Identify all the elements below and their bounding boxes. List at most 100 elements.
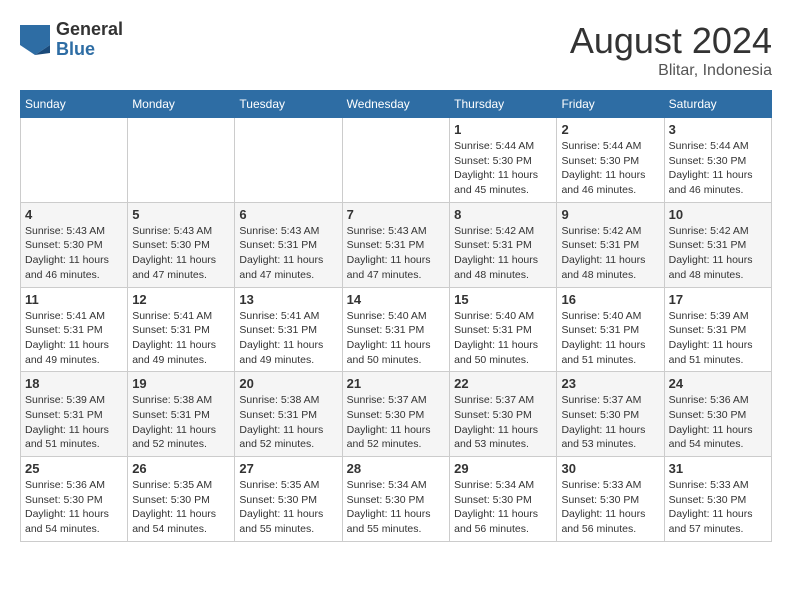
day-info: Sunrise: 5:42 AM Sunset: 5:31 PM Dayligh… <box>561 224 659 283</box>
calendar-cell: 6Sunrise: 5:43 AM Sunset: 5:31 PM Daylig… <box>235 202 342 287</box>
calendar-cell: 1Sunrise: 5:44 AM Sunset: 5:30 PM Daylig… <box>450 118 557 203</box>
calendar-cell: 17Sunrise: 5:39 AM Sunset: 5:31 PM Dayli… <box>664 287 771 372</box>
day-info: Sunrise: 5:44 AM Sunset: 5:30 PM Dayligh… <box>561 139 659 198</box>
calendar-cell <box>235 118 342 203</box>
calendar-location: Blitar, Indonesia <box>570 62 772 80</box>
calendar-cell: 11 Sunrise: 5:41 AM Sunset: 5:31 PM Dayli… <box>21 287 128 372</box>
page-header: General Blue August 2024 Blitar, Indones… <box>20 20 772 80</box>
day-info: Sunrise: 5:44 AM Sunset: 5:30 PM Dayligh… <box>669 139 767 198</box>
day-info: Sunrise: 5:35 AM Sunset: 5:30 PM Dayligh… <box>239 478 337 537</box>
calendar-cell: 3Sunrise: 5:44 AM Sunset: 5:30 PM Daylig… <box>664 118 771 203</box>
calendar-cell: 15 Sunrise: 5:40 AM Sunset: 5:31 PM Dayli… <box>450 287 557 372</box>
day-number: 7 <box>347 207 446 222</box>
calendar-cell: 25 Sunrise: 5:36 AM Sunset: 5:30 PM Dayli… <box>21 457 128 542</box>
day-number: 1 <box>454 122 552 137</box>
logo: General Blue <box>20 20 123 60</box>
calendar-cell: 20 Sunrise: 5:38 AM Sunset: 5:31 PM Dayli… <box>235 372 342 457</box>
calendar-title: August 2024 <box>570 20 772 62</box>
calendar-cell: 9 Sunrise: 5:42 AM Sunset: 5:31 PM Daylig… <box>557 202 664 287</box>
calendar-cell: 22 Sunrise: 5:37 AM Sunset: 5:30 PM Dayli… <box>450 372 557 457</box>
day-info: Sunrise: 5:40 AM Sunset: 5:31 PM Dayligh… <box>561 309 659 368</box>
calendar-cell <box>342 118 450 203</box>
day-number: 16 <box>561 292 659 307</box>
day-info: Sunrise: 5:43 AM Sunset: 5:31 PM Dayligh… <box>347 224 446 283</box>
calendar-cell: 13Sunrise: 5:41 AM Sunset: 5:31 PM Dayli… <box>235 287 342 372</box>
day-number: 2 <box>561 122 659 137</box>
calendar-table: SundayMondayTuesdayWednesdayThursdayFrid… <box>20 90 772 542</box>
calendar-week-4: 18 Sunrise: 5:39 AM Sunset: 5:31 PM Dayli… <box>21 372 772 457</box>
day-number: 10 <box>669 207 767 222</box>
day-number: 30 <box>561 461 659 476</box>
day-number: 15 <box>454 292 552 307</box>
calendar-cell: 10Sunrise: 5:42 AM Sunset: 5:31 PM Dayli… <box>664 202 771 287</box>
day-info: Sunrise: 5:37 AM Sunset: 5:30 PM Dayligh… <box>561 393 659 452</box>
day-number: 31 <box>669 461 767 476</box>
day-number: 27 <box>239 461 337 476</box>
weekday-header-monday: Monday <box>128 91 235 118</box>
logo-icon <box>20 25 50 55</box>
calendar-cell: 29 Sunrise: 5:34 AM Sunset: 5:30 PM Dayli… <box>450 457 557 542</box>
day-number: 4 <box>25 207 123 222</box>
day-number: 19 <box>132 376 230 391</box>
calendar-cell: 2 Sunrise: 5:44 AM Sunset: 5:30 PM Daylig… <box>557 118 664 203</box>
calendar-cell: 23 Sunrise: 5:37 AM Sunset: 5:30 PM Dayli… <box>557 372 664 457</box>
weekday-header-saturday: Saturday <box>664 91 771 118</box>
day-info: Sunrise: 5:37 AM Sunset: 5:30 PM Dayligh… <box>454 393 552 452</box>
day-info: Sunrise: 5:38 AM Sunset: 5:31 PM Dayligh… <box>132 393 230 452</box>
calendar-cell: 18 Sunrise: 5:39 AM Sunset: 5:31 PM Dayli… <box>21 372 128 457</box>
day-number: 20 <box>239 376 337 391</box>
day-number: 6 <box>239 207 337 222</box>
day-info: Sunrise: 5:37 AM Sunset: 5:30 PM Dayligh… <box>347 393 446 452</box>
day-number: 11 <box>25 292 123 307</box>
day-info: Sunrise: 5:41 AM Sunset: 5:31 PM Dayligh… <box>25 309 123 368</box>
calendar-cell: 5 Sunrise: 5:43 AM Sunset: 5:30 PM Daylig… <box>128 202 235 287</box>
calendar-week-3: 11 Sunrise: 5:41 AM Sunset: 5:31 PM Dayli… <box>21 287 772 372</box>
title-block: August 2024 Blitar, Indonesia <box>570 20 772 80</box>
calendar-cell: 21 Sunrise: 5:37 AM Sunset: 5:30 PM Dayli… <box>342 372 450 457</box>
day-number: 22 <box>454 376 552 391</box>
logo-blue-text: Blue <box>56 40 123 60</box>
day-info: Sunrise: 5:33 AM Sunset: 5:30 PM Dayligh… <box>669 478 767 537</box>
weekday-header-friday: Friday <box>557 91 664 118</box>
calendar-week-5: 25 Sunrise: 5:36 AM Sunset: 5:30 PM Dayli… <box>21 457 772 542</box>
day-info: Sunrise: 5:38 AM Sunset: 5:31 PM Dayligh… <box>239 393 337 452</box>
calendar-cell: 8Sunrise: 5:42 AM Sunset: 5:31 PM Daylig… <box>450 202 557 287</box>
day-number: 24 <box>669 376 767 391</box>
calendar-cell: 28 Sunrise: 5:34 AM Sunset: 5:30 PM Dayli… <box>342 457 450 542</box>
day-number: 28 <box>347 461 446 476</box>
calendar-cell: 12 Sunrise: 5:41 AM Sunset: 5:31 PM Dayli… <box>128 287 235 372</box>
day-info: Sunrise: 5:34 AM Sunset: 5:30 PM Dayligh… <box>347 478 446 537</box>
day-info: Sunrise: 5:43 AM Sunset: 5:30 PM Dayligh… <box>132 224 230 283</box>
calendar-cell: 24 Sunrise: 5:36 AM Sunset: 5:30 PM Dayli… <box>664 372 771 457</box>
calendar-cell: 26Sunrise: 5:35 AM Sunset: 5:30 PM Dayli… <box>128 457 235 542</box>
day-number: 18 <box>25 376 123 391</box>
calendar-cell: 7 Sunrise: 5:43 AM Sunset: 5:31 PM Daylig… <box>342 202 450 287</box>
calendar-cell: 14Sunrise: 5:40 AM Sunset: 5:31 PM Dayli… <box>342 287 450 372</box>
day-number: 21 <box>347 376 446 391</box>
day-number: 29 <box>454 461 552 476</box>
day-info: Sunrise: 5:40 AM Sunset: 5:31 PM Dayligh… <box>454 309 552 368</box>
calendar-cell: 16 Sunrise: 5:40 AM Sunset: 5:31 PM Dayli… <box>557 287 664 372</box>
day-number: 17 <box>669 292 767 307</box>
day-info: Sunrise: 5:41 AM Sunset: 5:31 PM Dayligh… <box>132 309 230 368</box>
day-info: Sunrise: 5:36 AM Sunset: 5:30 PM Dayligh… <box>669 393 767 452</box>
calendar-cell: 31 Sunrise: 5:33 AM Sunset: 5:30 PM Dayli… <box>664 457 771 542</box>
day-number: 8 <box>454 207 552 222</box>
day-number: 23 <box>561 376 659 391</box>
calendar-cell: 27 Sunrise: 5:35 AM Sunset: 5:30 PM Dayli… <box>235 457 342 542</box>
calendar-cell: 19 Sunrise: 5:38 AM Sunset: 5:31 PM Dayli… <box>128 372 235 457</box>
day-info: Sunrise: 5:35 AM Sunset: 5:30 PM Dayligh… <box>132 478 230 537</box>
day-number: 25 <box>25 461 123 476</box>
day-info: Sunrise: 5:33 AM Sunset: 5:30 PM Dayligh… <box>561 478 659 537</box>
calendar-week-2: 4 Sunrise: 5:43 AM Sunset: 5:30 PM Daylig… <box>21 202 772 287</box>
day-number: 9 <box>561 207 659 222</box>
calendar-cell: 30 Sunrise: 5:33 AM Sunset: 5:30 PM Dayli… <box>557 457 664 542</box>
day-number: 5 <box>132 207 230 222</box>
calendar-cell <box>128 118 235 203</box>
day-info: Sunrise: 5:34 AM Sunset: 5:30 PM Dayligh… <box>454 478 552 537</box>
day-info: Sunrise: 5:39 AM Sunset: 5:31 PM Dayligh… <box>25 393 123 452</box>
day-info: Sunrise: 5:36 AM Sunset: 5:30 PM Dayligh… <box>25 478 123 537</box>
weekday-header-wednesday: Wednesday <box>342 91 450 118</box>
day-number: 12 <box>132 292 230 307</box>
weekday-header-row: SundayMondayTuesdayWednesdayThursdayFrid… <box>21 91 772 118</box>
